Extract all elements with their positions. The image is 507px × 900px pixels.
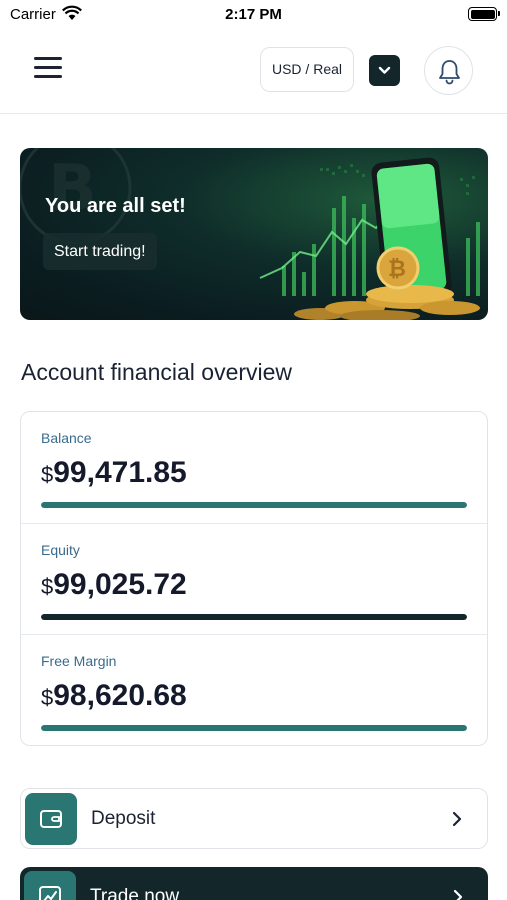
deposit-label: Deposit bbox=[91, 808, 156, 829]
notifications-button[interactable] bbox=[424, 46, 473, 95]
metric-value: $99,025.72 bbox=[41, 568, 187, 602]
wallet-icon bbox=[40, 810, 62, 828]
balance-metric: Balance $99,471.85 bbox=[21, 412, 487, 523]
deposit-icon-tile bbox=[25, 793, 77, 845]
battery-icon bbox=[468, 7, 500, 21]
currency-dropdown-button[interactable] bbox=[369, 55, 400, 86]
bell-icon bbox=[439, 60, 460, 85]
menu-icon bbox=[34, 57, 62, 60]
metric-label: Equity bbox=[41, 542, 80, 558]
menu-button[interactable] bbox=[34, 57, 62, 81]
start-trading-button[interactable]: Start trading! bbox=[43, 233, 157, 270]
chart-icon bbox=[39, 886, 61, 900]
trade-now-label: Trade now bbox=[90, 886, 180, 900]
balance-value: 99,471.85 bbox=[53, 456, 187, 489]
promo-banner[interactable]: B ₿ You are all set! Start trading! bbox=[20, 148, 488, 320]
equity-bar-fill bbox=[41, 614, 467, 620]
balance-bar-fill bbox=[41, 502, 467, 508]
currency-symbol: $ bbox=[41, 685, 54, 710]
metric-label: Free Margin bbox=[41, 653, 117, 669]
trade-now-button[interactable]: Trade now bbox=[20, 867, 488, 900]
currency-account-selector[interactable]: USD / Real bbox=[260, 47, 354, 92]
deposit-button[interactable]: Deposit bbox=[20, 788, 488, 849]
app-header: USD / Real bbox=[0, 30, 507, 114]
free-margin-bar bbox=[41, 725, 467, 731]
trade-icon-tile bbox=[24, 871, 76, 900]
currency-symbol: $ bbox=[41, 462, 54, 487]
status-time: 2:17 PM bbox=[225, 6, 282, 23]
overview-title: Account financial overview bbox=[21, 359, 293, 385]
free-margin-value: 98,620.68 bbox=[53, 679, 187, 712]
free-margin-metric: Free Margin $98,620.68 bbox=[21, 634, 487, 745]
equity-bar bbox=[41, 614, 467, 620]
chevron-down-icon bbox=[378, 66, 391, 74]
status-bar: Carrier 2:17 PM bbox=[0, 0, 507, 30]
financial-overview-card: Balance $99,471.85 Equity $99,025.72 Fre… bbox=[20, 411, 488, 746]
metric-value: $98,620.68 bbox=[41, 679, 187, 713]
svg-text:₿: ₿ bbox=[388, 257, 406, 282]
chevron-right-icon bbox=[452, 811, 462, 827]
banner-title: You are all set! bbox=[45, 195, 186, 217]
balance-bar bbox=[41, 502, 467, 508]
metric-label: Balance bbox=[41, 430, 92, 446]
metric-value: $99,471.85 bbox=[41, 456, 187, 490]
free-margin-bar-fill bbox=[41, 725, 467, 731]
currency-symbol: $ bbox=[41, 574, 54, 599]
chevron-right-icon bbox=[453, 889, 463, 900]
equity-value: 99,025.72 bbox=[53, 568, 187, 601]
equity-metric: Equity $99,025.72 bbox=[21, 523, 487, 634]
